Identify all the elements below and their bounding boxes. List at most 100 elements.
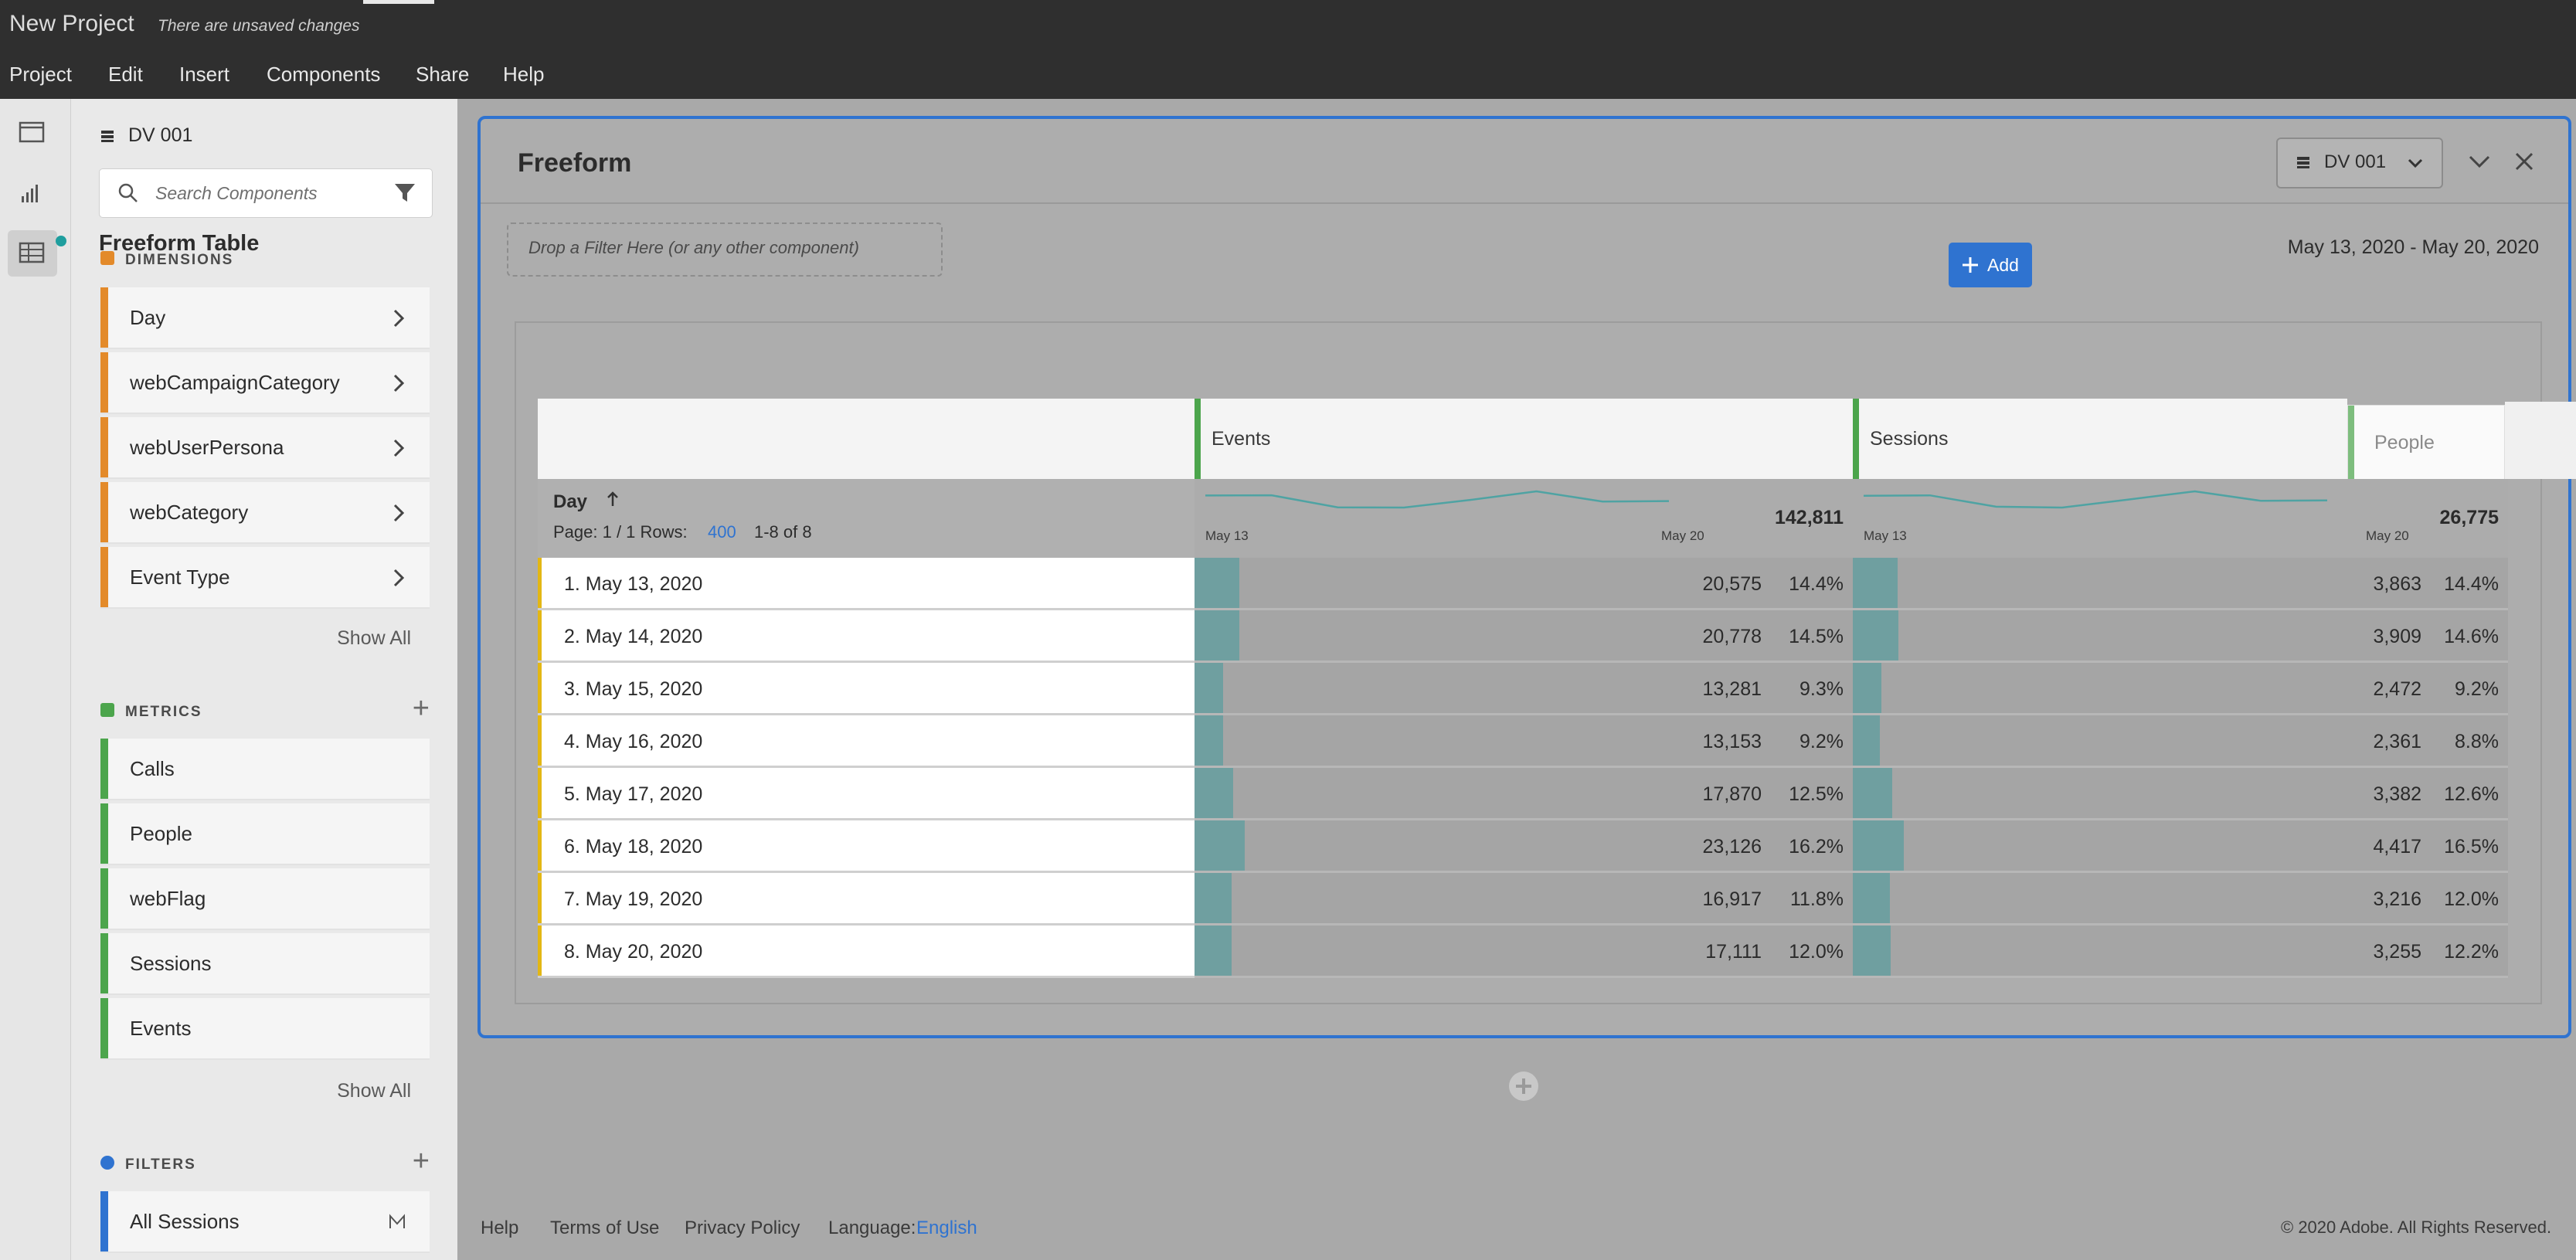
footer-language-link[interactable]: English	[916, 1218, 977, 1239]
row-label: 5. May 17, 2020	[564, 783, 703, 805]
close-panel-icon[interactable]	[2514, 151, 2534, 172]
dimension-header-label[interactable]: Day	[553, 491, 587, 513]
dimension-item-webcategory[interactable]: webCategory	[100, 482, 430, 544]
table-row-label[interactable]: 7. May 19, 2020	[538, 873, 1195, 925]
sort-ascending-icon[interactable]	[606, 491, 620, 508]
events-cell[interactable]: 13,281 9.3%	[1195, 663, 1853, 715]
sessions-cell[interactable]: 2,361 8.8%	[1853, 715, 2508, 768]
dimension-label: Event Type	[130, 565, 230, 589]
components-rail-button[interactable]	[8, 230, 57, 277]
table-row-label[interactable]: 6. May 18, 2020	[538, 820, 1195, 873]
column-header-events[interactable]: Events	[1195, 399, 1853, 479]
page-label: Page: 1 / 1 Rows:	[553, 522, 688, 542]
dimension-item-webcampaigncategory[interactable]: webCampaignCategory	[100, 352, 430, 414]
chevron-right-icon	[393, 439, 405, 457]
metrics-show-all-link[interactable]: Show All	[337, 1080, 411, 1102]
events-percent: 12.0%	[1789, 941, 1844, 963]
row-marker	[538, 558, 542, 608]
events-bar-fill	[1195, 768, 1234, 818]
metric-item-webflag[interactable]: webFlag	[100, 868, 430, 930]
menu-project[interactable]: Project	[9, 63, 72, 87]
dimension-color-bar	[100, 482, 108, 542]
sessions-cell[interactable]: 3,863 14.4%	[1853, 558, 2508, 610]
drag-ghost-column	[2505, 402, 2576, 479]
search-components-input[interactable]: Search Components	[99, 168, 433, 218]
panels-rail-button[interactable]	[8, 110, 57, 156]
chevron-down-icon	[2408, 158, 2423, 168]
column-header-people-dragging[interactable]: People	[2347, 405, 2505, 481]
sessions-cell[interactable]: 3,382 12.6%	[1853, 768, 2508, 820]
dataview-selector[interactable]: DV 001	[100, 124, 192, 147]
events-cell[interactable]: 23,126 16.2%	[1195, 820, 1853, 873]
metric-item-events[interactable]: Events	[100, 998, 430, 1060]
rows-per-page-link[interactable]: 400	[708, 522, 736, 542]
metric-color-bar	[100, 739, 108, 799]
filter-funnel-icon[interactable]	[393, 182, 416, 205]
menu-help[interactable]: Help	[503, 63, 544, 87]
sessions-cell[interactable]: 3,216 12.0%	[1853, 873, 2508, 925]
row-marker	[538, 610, 542, 661]
freeform-table-title[interactable]: Freeform Table	[99, 231, 259, 256]
dimension-item-webuserpersona[interactable]: webUserPersona	[100, 417, 430, 479]
events-total: 142,811	[1775, 507, 1844, 528]
sessions-cell[interactable]: 4,417 16.5%	[1853, 820, 2508, 873]
sessions-cell[interactable]: 2,472 9.2%	[1853, 663, 2508, 715]
metric-item-calls[interactable]: Calls	[100, 739, 430, 800]
table-row-label[interactable]: 1. May 13, 2020	[538, 558, 1195, 610]
date-range[interactable]: May 13, 2020 - May 20, 2020	[2288, 236, 2539, 259]
metric-item-people[interactable]: People	[100, 803, 430, 865]
dataview-button-label: DV 001	[2324, 151, 2387, 172]
add-metric-plus-icon[interactable]: +	[413, 694, 430, 723]
row-marker	[538, 663, 542, 713]
filter-drop-zone[interactable]: Drop a Filter Here (or any other compone…	[507, 222, 943, 277]
events-cell[interactable]: 16,917 11.8%	[1195, 873, 1853, 925]
add-panel-icon[interactable]	[1507, 1069, 1541, 1103]
events-value: 13,153	[1702, 731, 1762, 752]
collapse-panel-chevron-icon[interactable]	[2468, 154, 2491, 171]
events-bar-fill	[1195, 820, 1246, 871]
dimension-item-day[interactable]: Day	[100, 287, 430, 349]
table-status-dot	[56, 236, 66, 246]
sessions-bar-fill	[1853, 610, 1898, 661]
dimensions-show-all-link[interactable]: Show All	[337, 627, 411, 650]
chevron-right-icon	[393, 504, 405, 522]
events-cell[interactable]: 17,870 12.5%	[1195, 768, 1853, 820]
metric-marker-bar	[2348, 406, 2354, 480]
visualizations-rail-button[interactable]	[8, 170, 57, 216]
dimension-item-event-type[interactable]: Event Type	[100, 547, 430, 609]
dataview-dropdown-button[interactable]: DV 001	[2276, 138, 2443, 188]
project-title[interactable]: New Project	[9, 11, 134, 37]
sessions-value: 4,417	[2373, 836, 2421, 858]
sparkline-end-label: May 20	[2366, 528, 2409, 543]
footer-terms-link[interactable]: Terms of Use	[550, 1218, 659, 1239]
events-cell[interactable]: 20,778 14.5%	[1195, 610, 1853, 663]
table-row-label[interactable]: 4. May 16, 2020	[538, 715, 1195, 768]
freeform-panel-title: Freeform	[518, 148, 632, 178]
sessions-value: 3,382	[2373, 783, 2421, 805]
filter-item-all-sessions[interactable]: All Sessions	[100, 1191, 430, 1253]
add-button[interactable]: Add	[1949, 243, 2032, 287]
footer-help-link[interactable]: Help	[481, 1218, 518, 1239]
events-bar-fill	[1195, 663, 1224, 713]
events-cell[interactable]: 13,153 9.2%	[1195, 715, 1853, 768]
sessions-cell[interactable]: 3,909 14.6%	[1853, 610, 2508, 663]
events-cell[interactable]: 20,575 14.4%	[1195, 558, 1853, 610]
events-cell[interactable]: 17,111 12.0%	[1195, 925, 1853, 978]
menu-share[interactable]: Share	[416, 63, 469, 87]
add-filter-plus-icon[interactable]: +	[413, 1146, 430, 1176]
sessions-bar-fill	[1853, 663, 1881, 713]
column-header-sessions[interactable]: Sessions	[1853, 399, 2347, 479]
table-row-label[interactable]: 3. May 15, 2020	[538, 663, 1195, 715]
sparkline-start-label: May 13	[1864, 528, 1907, 543]
table-row-label[interactable]: 2. May 14, 2020	[538, 610, 1195, 663]
sessions-cell[interactable]: 3,255 12.2%	[1853, 925, 2508, 978]
dimension-label: webUserPersona	[130, 436, 284, 459]
table-row-label[interactable]: 5. May 17, 2020	[538, 768, 1195, 820]
footer-privacy-link[interactable]: Privacy Policy	[685, 1218, 800, 1239]
menu-insert[interactable]: Insert	[179, 63, 229, 87]
metric-label: People	[130, 822, 192, 845]
table-row-label[interactable]: 8. May 20, 2020	[538, 925, 1195, 978]
menu-components[interactable]: Components	[267, 63, 380, 87]
menu-edit[interactable]: Edit	[108, 63, 143, 87]
metric-item-sessions[interactable]: Sessions	[100, 933, 430, 995]
